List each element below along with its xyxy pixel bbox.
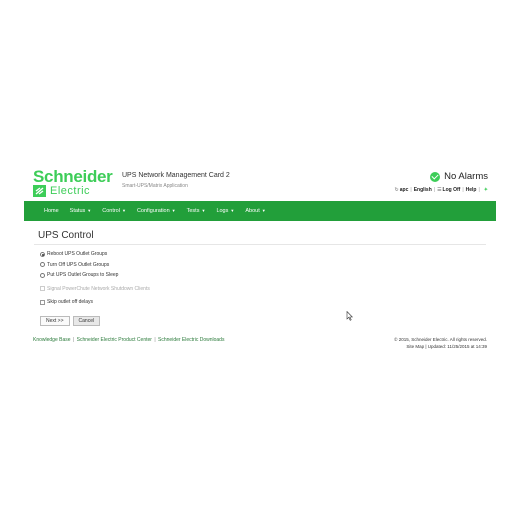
alarm-status[interactable]: No Alarms: [430, 171, 488, 182]
nav-configuration-label: Configuration: [136, 208, 170, 214]
caret-down-icon: ▼: [261, 208, 266, 213]
updated-text: Updated: 11/25/2015 at 14:39: [427, 343, 487, 349]
option-signal-pcns-label: Signal PowerChute Network Shutdown Clien…: [47, 285, 150, 292]
app-titles: UPS Network Management Card 2 Smart-UPS/…: [122, 171, 230, 190]
footer-separator: |: [72, 337, 75, 343]
nav-control-label: Control: [102, 208, 120, 214]
utility-separator: |: [433, 187, 436, 193]
nav-logs[interactable]: Logs ▼: [216, 208, 234, 214]
page-title: UPS Control: [38, 230, 94, 241]
utility-separator: |: [462, 187, 464, 193]
nav-home[interactable]: Home: [44, 208, 59, 214]
app-title: UPS Network Management Card 2: [122, 172, 230, 179]
option-skip-delays-label: Skip outlet off delays: [47, 299, 94, 305]
checkbox-skip-delays[interactable]: [40, 299, 45, 305]
footer-separator: |: [154, 337, 156, 343]
footer-meta: Site Map | Updated: 11/25/2015 at 14:39: [394, 344, 487, 351]
mouse-pointer-icon: [346, 311, 354, 321]
radio-sleep[interactable]: [40, 272, 45, 278]
option-turn-off-label: Turn Off UPS Outlet Groups: [47, 261, 110, 268]
control-options: Reboot UPS Outlet Groups Turn Off UPS Ou…: [40, 249, 150, 308]
option-reboot-label: Reboot UPS Outlet Groups: [47, 251, 108, 257]
logo-wordmark-bottom: Electric: [50, 185, 91, 197]
form-buttons: Next >> Cancel: [40, 316, 103, 326]
title-divider: [34, 244, 486, 245]
next-button[interactable]: Next >>: [40, 316, 70, 326]
logo-mark-icon: [33, 185, 46, 197]
option-skip-delays[interactable]: Skip outlet off delays: [40, 297, 150, 307]
main-nav: Home Status ▼ Control ▼ Configuration ▼ Tes…: [24, 201, 496, 221]
option-turn-off[interactable]: Turn Off UPS Outlet Groups: [40, 260, 150, 270]
app-subtitle: Smart-UPS/Matrix Application: [122, 183, 188, 189]
footer-links: Knowledge Base | Schneider Electric Prod…: [33, 337, 224, 343]
nav-home-label: Home: [44, 208, 59, 214]
help-link[interactable]: Help: [466, 187, 477, 193]
footer-link-downloads[interactable]: Schneider Electric Downloads: [158, 337, 224, 343]
cancel-button[interactable]: Cancel: [72, 316, 101, 326]
header: Schneider Electric UPS Network Managemen…: [33, 168, 493, 198]
caret-down-icon: ▼: [230, 208, 235, 213]
menu-icon: ☰: [437, 187, 442, 193]
caret-down-icon: ▼: [87, 208, 92, 213]
log-off-link[interactable]: Log Off: [443, 187, 461, 193]
schneider-electric-logo[interactable]: Schneider Electric: [33, 168, 115, 198]
caret-down-icon: ▼: [171, 208, 176, 213]
nav-control[interactable]: Control ▼: [102, 208, 126, 214]
site-map-link[interactable]: Site Map: [406, 344, 424, 349]
logo-wordmark-top: Schneider: [33, 167, 113, 186]
utility-separator: |: [410, 187, 412, 193]
nav-configuration[interactable]: Configuration ▼: [137, 208, 176, 214]
nav-logs-label: Logs: [216, 208, 229, 214]
nav-status[interactable]: Status ▼: [70, 208, 92, 214]
caret-down-icon: ▼: [121, 208, 126, 213]
radio-reboot[interactable]: [40, 251, 45, 257]
option-reboot[interactable]: Reboot UPS Outlet Groups: [40, 249, 150, 259]
language-link[interactable]: English: [414, 187, 432, 193]
nav-status-label: Status: [69, 208, 86, 214]
footer-info: © 2015, Schneider Electric. All rights r…: [394, 337, 487, 350]
option-sleep[interactable]: Put UPS Outlet Groups to Sleep: [40, 270, 150, 280]
option-sleep-label: Put UPS Outlet Groups to Sleep: [47, 272, 119, 278]
nav-about[interactable]: About ▼: [245, 208, 265, 214]
alarm-text: No Alarms: [444, 171, 488, 182]
check-circle-icon: [430, 171, 441, 182]
apc-link[interactable]: apc: [400, 187, 409, 193]
radio-turn-off[interactable]: [40, 262, 45, 267]
utility-separator: |: [478, 187, 480, 193]
footer-link-product-center[interactable]: Schneider Electric Product Center: [77, 337, 152, 343]
nav-tests[interactable]: Tests ▼: [187, 208, 206, 214]
nav-about-label: About: [245, 208, 260, 214]
caret-down-icon: ▼: [201, 208, 206, 213]
refresh-icon: ↻: [394, 187, 399, 193]
nav-tests-label: Tests: [186, 208, 200, 214]
option-signal-pcns: Signal PowerChute Network Shutdown Clien…: [40, 284, 150, 294]
pin-icon[interactable]: ✦: [484, 187, 488, 193]
utility-bar: ↻ apc | English | ☰ Log Off | Help | ✦: [395, 187, 488, 193]
checkbox-signal-pcns: [40, 286, 45, 291]
footer-link-knowledge-base[interactable]: Knowledge Base: [33, 337, 71, 343]
